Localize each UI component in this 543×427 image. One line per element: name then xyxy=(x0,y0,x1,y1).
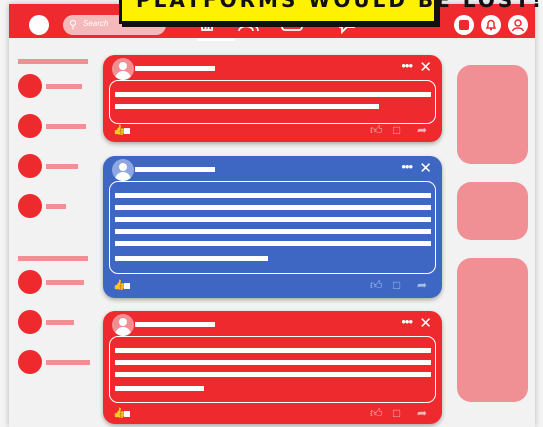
close-icon[interactable]: ✕ xyxy=(419,314,432,332)
sidebar-heading-bar xyxy=(18,59,88,64)
sidebar-widget[interactable] xyxy=(457,65,528,164)
thumbs-up-icon[interactable]: 👍︎ xyxy=(370,278,383,293)
text-line xyxy=(115,348,431,353)
sidebar-item-label[interactable] xyxy=(46,280,84,285)
sidebar-item-icon[interactable] xyxy=(18,114,42,138)
post-author-name[interactable] xyxy=(135,167,215,172)
avatar[interactable] xyxy=(112,314,134,336)
post-footer: 👍 👍︎ □ ➦ xyxy=(103,406,442,424)
sidebar-item-label[interactable] xyxy=(46,360,90,365)
reaction-count xyxy=(124,411,130,417)
post-author-name[interactable] xyxy=(135,322,215,327)
sidebar-widget[interactable] xyxy=(457,258,528,402)
share-icon[interactable]: ➦ xyxy=(417,406,427,420)
reaction-count xyxy=(124,283,130,289)
post-content xyxy=(109,336,436,403)
magnifier-icon: ⚲ xyxy=(69,19,78,31)
sidebar-item-icon[interactable] xyxy=(18,194,42,218)
bell-icon[interactable] xyxy=(481,15,501,35)
comic-banner: PLATFORMS WOULD BE LOST! xyxy=(119,0,541,24)
post-card: ••• ✕ 👍 👍︎ □ ➦ xyxy=(103,55,442,142)
sidebar-item-label[interactable] xyxy=(46,164,78,169)
post-content xyxy=(109,181,436,274)
search-placeholder: Search xyxy=(83,19,109,28)
avatar[interactable] xyxy=(112,58,134,80)
reaction-count xyxy=(124,128,130,134)
more-dots-icon[interactable]: ••• xyxy=(401,314,413,329)
banner-text: PLATFORMS WOULD BE LOST! xyxy=(136,0,543,12)
sidebar-item-label[interactable] xyxy=(46,124,86,129)
app-logo[interactable] xyxy=(29,15,49,35)
comment-icon[interactable]: □ xyxy=(393,278,400,292)
text-line xyxy=(115,372,431,377)
sidebar-item-icon[interactable] xyxy=(18,310,42,334)
sidebar-item-label[interactable] xyxy=(46,204,66,209)
user-profile-icon[interactable] xyxy=(508,15,528,35)
sidebar-item-icon[interactable] xyxy=(18,270,42,294)
post-footer: 👍 👍︎ □ ➦ xyxy=(103,123,442,141)
thumbs-up-icon[interactable]: 👍︎ xyxy=(370,406,383,421)
sidebar-item-icon[interactable] xyxy=(18,154,42,178)
close-icon[interactable]: ✕ xyxy=(419,58,432,76)
sidebar-item-label[interactable] xyxy=(46,320,74,325)
text-line xyxy=(115,229,431,234)
text-line xyxy=(115,217,431,222)
post-card: ••• ✕ 👍 👍︎ □ ➦ xyxy=(103,156,442,298)
sidebar-item-icon[interactable] xyxy=(18,350,42,374)
text-line xyxy=(115,241,431,246)
text-line xyxy=(115,386,204,391)
square-menu-icon[interactable] xyxy=(454,15,474,35)
active-tab-indicator xyxy=(197,38,235,41)
more-dots-icon[interactable]: ••• xyxy=(401,159,413,174)
text-line xyxy=(115,92,431,97)
sidebar-item-icon[interactable] xyxy=(18,74,42,98)
sidebar-widget[interactable] xyxy=(457,182,528,240)
text-line xyxy=(115,104,379,109)
sidebar-heading-bar xyxy=(18,256,88,261)
post-footer: 👍 👍︎ □ ➦ xyxy=(103,278,442,296)
post-author-name[interactable] xyxy=(135,66,215,71)
share-icon[interactable]: ➦ xyxy=(417,278,427,292)
close-icon[interactable]: ✕ xyxy=(419,159,432,177)
comment-icon[interactable]: □ xyxy=(393,123,400,137)
comment-icon[interactable]: □ xyxy=(393,406,400,420)
text-line xyxy=(115,256,268,261)
text-line xyxy=(115,193,431,198)
post-content xyxy=(109,80,436,124)
more-dots-icon[interactable]: ••• xyxy=(401,58,413,73)
sidebar-item-label[interactable] xyxy=(46,84,82,89)
text-line xyxy=(115,205,431,210)
share-icon[interactable]: ➦ xyxy=(417,123,427,137)
thumbs-up-icon[interactable]: 👍︎ xyxy=(370,123,383,138)
post-card: ••• ✕ 👍 👍︎ □ ➦ xyxy=(103,311,442,424)
text-line xyxy=(115,360,431,365)
avatar[interactable] xyxy=(112,159,134,181)
